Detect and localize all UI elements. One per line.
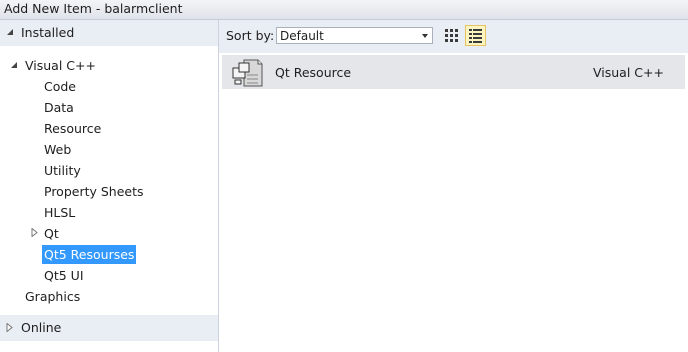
chevron-down-icon — [422, 34, 428, 38]
online-header[interactable]: Online — [0, 315, 218, 341]
sort-by-value: Default — [280, 29, 324, 43]
grid-view-icon — [445, 29, 458, 42]
tree-item-web[interactable]: Web — [42, 140, 73, 159]
visual-cpp-expanded-icon[interactable] — [10, 61, 18, 69]
installed-header[interactable]: Installed — [0, 20, 218, 46]
window-title: Add New Item - balarmclient — [4, 1, 183, 16]
installed-label: Installed — [21, 25, 75, 40]
sort-by-dropdown[interactable]: Default — [276, 27, 433, 44]
tree-item-qt5-ui[interactable]: Qt5 UI — [42, 266, 86, 285]
list-view-button[interactable] — [465, 25, 486, 46]
item-name: Qt Resource — [275, 65, 352, 80]
tree-item-hlsl[interactable]: HLSL — [42, 203, 77, 222]
item-list-panel: Sort by: Default Qt Resource Visual C++ — [219, 20, 688, 352]
qt-collapsed-arrow-icon[interactable] — [31, 228, 38, 237]
tree-item-qt[interactable]: Qt — [42, 224, 61, 243]
list-view-icon — [469, 29, 482, 43]
tree-item-property-sheets[interactable]: Property Sheets — [42, 182, 146, 201]
tree-item-utility[interactable]: Utility — [42, 161, 83, 180]
grid-view-button[interactable] — [441, 25, 462, 46]
tree-item-graphics[interactable]: Graphics — [23, 287, 82, 306]
expanded-arrow-icon[interactable] — [6, 28, 14, 36]
title-bar: Add New Item - balarmclient — [0, 0, 688, 20]
tree-item-resource[interactable]: Resource — [42, 119, 103, 138]
tree-item-visual-cpp[interactable]: Visual C++ — [23, 56, 98, 75]
sort-by-label: Sort by: — [226, 28, 275, 43]
item-type: Visual C++ — [593, 65, 664, 80]
online-label: Online — [21, 320, 62, 335]
template-tree-panel: Installed Visual C++ Code Data Resource … — [0, 20, 219, 352]
tree-item-qt5-resourses[interactable]: Qt5 Resourses — [42, 245, 137, 264]
collapsed-arrow-icon[interactable] — [6, 323, 13, 332]
tree-item-code[interactable]: Code — [42, 77, 78, 96]
qt-resource-file-icon — [232, 59, 263, 87]
tree-item-data[interactable]: Data — [42, 98, 76, 117]
list-toolbar: Sort by: Default — [219, 20, 688, 53]
template-item-qt-resource[interactable]: Qt Resource Visual C++ — [222, 55, 685, 89]
